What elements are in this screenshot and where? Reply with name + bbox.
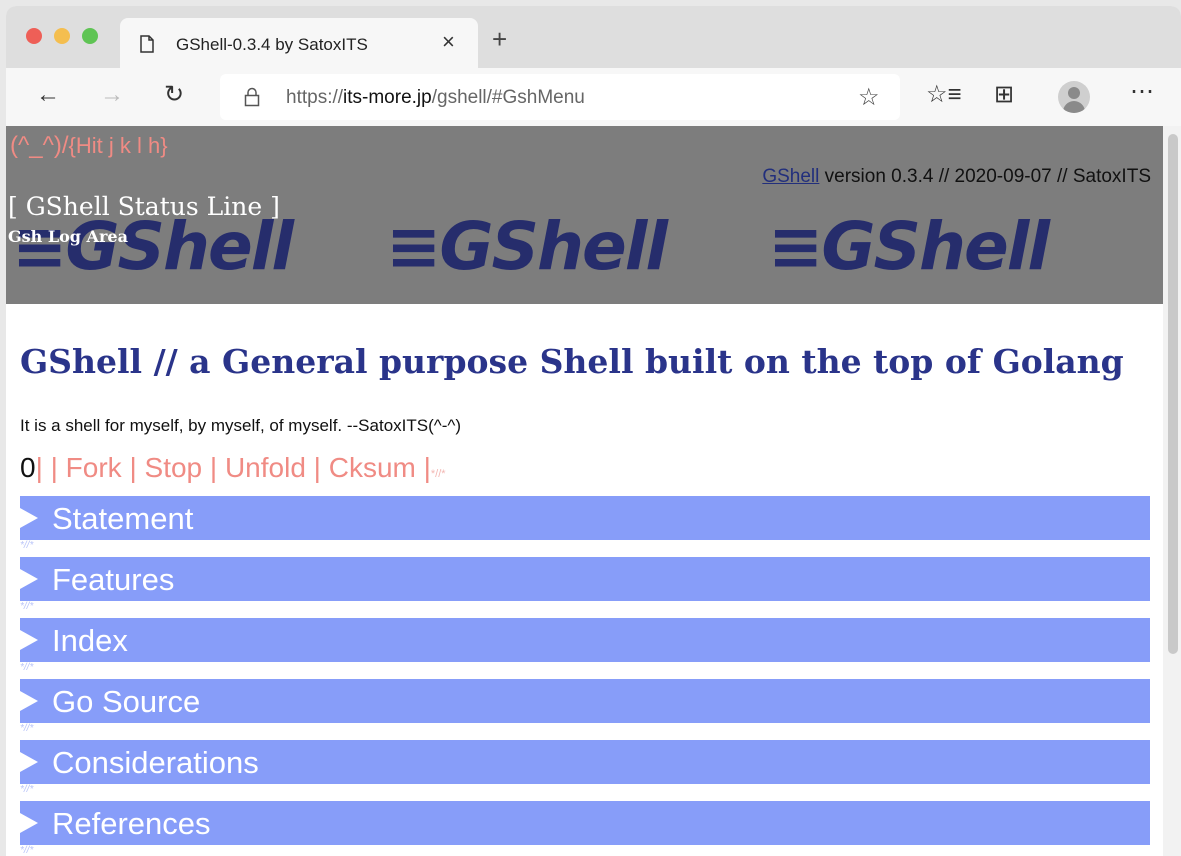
control-mark: *//*	[430, 468, 446, 480]
expand-arrow-icon	[20, 569, 38, 589]
control-bar: 0| | Fork | Stop | Unfold | Cksum |*//*	[20, 452, 446, 484]
maximize-window-button[interactable]	[82, 28, 98, 44]
section-label: Statement	[52, 501, 194, 536]
page-icon	[140, 35, 154, 53]
close-window-button[interactable]	[26, 28, 42, 44]
minimize-window-button[interactable]	[54, 28, 70, 44]
gshell-logo: ≡GShell	[386, 208, 668, 285]
section-index[interactable]: Index	[20, 618, 1150, 662]
smiley-hint[interactable]: (^_^)/{Hit j k l h}	[10, 132, 168, 160]
section-references[interactable]: References	[20, 801, 1150, 845]
section-label: Considerations	[52, 745, 259, 780]
section-label: Go Source	[52, 684, 201, 719]
section-label: References	[52, 806, 211, 841]
section-separator: *//*	[20, 784, 34, 795]
url-text[interactable]: https://its-more.jp/gshell/#GshMenu	[286, 87, 585, 109]
log-area: Gsh Log Area	[8, 227, 128, 246]
url-host: its-more.jp	[343, 87, 432, 108]
profile-shoulders	[1063, 101, 1085, 113]
section-separator: *//*	[20, 540, 34, 551]
expand-arrow-icon	[20, 813, 38, 833]
scrollbar-thumb[interactable]	[1168, 134, 1178, 654]
status-line: [ GShell Status Line ]	[8, 192, 280, 221]
forward-icon[interactable]: →	[100, 81, 124, 109]
version-info: GShell version 0.3.4 // 2020-09-07 // Sa…	[762, 166, 1151, 187]
section-go-source[interactable]: Go Source	[20, 679, 1150, 723]
section-considerations[interactable]: Considerations	[20, 740, 1150, 784]
expand-arrow-icon	[20, 691, 38, 711]
collections-icon[interactable]: ⊞	[994, 81, 1014, 109]
page-content: ≡GShell ≡GShell ≡GShell (^_^)/{Hit j k l…	[6, 126, 1163, 856]
section-statement[interactable]: Statement	[20, 496, 1150, 540]
profile-head	[1068, 87, 1080, 99]
address-bar[interactable]: https://its-more.jp/gshell/#GshMenu ☆	[220, 74, 900, 120]
reload-icon[interactable]: ↻	[164, 81, 184, 109]
tab-gshell[interactable]: GShell-0.3.4 by SatoxITS ×	[120, 18, 478, 68]
section-separator: *//*	[20, 723, 34, 734]
gshell-banner: ≡GShell ≡GShell ≡GShell (^_^)/{Hit j k l…	[6, 126, 1163, 304]
back-icon[interactable]: ←	[36, 81, 60, 109]
control-links[interactable]: | | Fork | Stop | Unfold | Cksum |	[36, 452, 431, 483]
lock-icon	[244, 87, 260, 107]
favorites-icon[interactable]: ☆≡	[926, 81, 962, 109]
close-tab-icon[interactable]: ×	[442, 30, 455, 54]
more-icon[interactable]: ⋯	[1130, 78, 1154, 106]
section-label: Index	[52, 623, 128, 658]
expand-arrow-icon	[20, 630, 38, 650]
section-separator: *//*	[20, 601, 34, 612]
browser-toolbar: ← → ↻ https://its-more.jp/gshell/#GshMen…	[6, 68, 1181, 127]
expand-arrow-icon	[20, 752, 38, 772]
browser-window: GShell-0.3.4 by SatoxITS × + ← → ↻ https…	[6, 6, 1181, 856]
section-separator: *//*	[20, 845, 34, 856]
tagline: It is a shell for myself, by myself, of …	[20, 416, 462, 435]
tab-strip: GShell-0.3.4 by SatoxITS × +	[6, 6, 1181, 68]
page-title: GShell // a General purpose Shell built …	[20, 342, 1124, 381]
control-number: 0	[20, 452, 36, 483]
profile-icon[interactable]	[1058, 81, 1090, 113]
section-separator: *//*	[20, 662, 34, 673]
section-features[interactable]: Features	[20, 557, 1150, 601]
tab-title: GShell-0.3.4 by SatoxITS	[176, 35, 368, 54]
gshell-link[interactable]: GShell	[762, 166, 819, 187]
expand-arrow-icon	[20, 508, 38, 528]
section-label: Features	[52, 562, 175, 597]
vertical-scrollbar[interactable]	[1163, 126, 1181, 856]
star-icon[interactable]: ☆	[858, 83, 880, 112]
gshell-logo: ≡GShell	[768, 208, 1050, 285]
new-tab-button[interactable]: +	[492, 26, 507, 52]
